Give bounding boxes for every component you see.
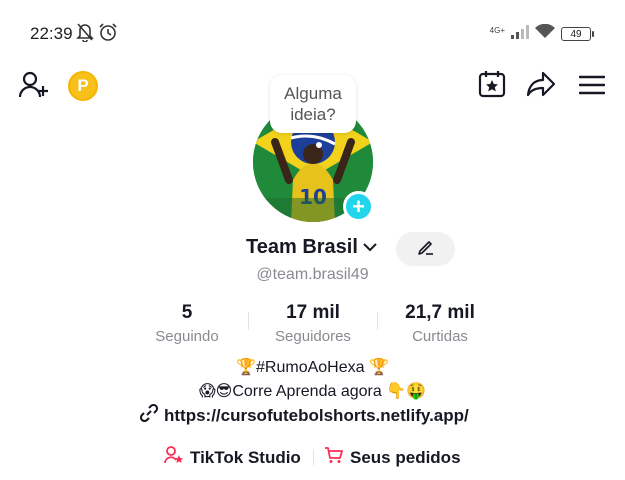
menu-icon: [578, 74, 606, 101]
status-time: 22:39: [30, 24, 73, 43]
bio-line-2: 😱😎Corre Aprenda agora 👇🤑: [198, 383, 427, 400]
calendar-star-icon: [478, 70, 506, 103]
battery-icon: 49: [561, 27, 594, 41]
cart-icon: [324, 446, 344, 469]
action-divider: [313, 449, 314, 465]
signal-icon: [511, 24, 529, 44]
stat-label: Seguindo: [155, 328, 219, 345]
stat-value: 21,7 mil: [405, 302, 475, 323]
bio-link[interactable]: https://cursofutebolshorts.netlify.app/: [139, 403, 469, 427]
add-friend-icon: [18, 71, 49, 104]
link-icon: [139, 403, 159, 427]
network-label: 4G+: [489, 26, 505, 35]
name-row[interactable]: Team Brasil: [246, 236, 378, 259]
display-name: Team Brasil: [246, 236, 358, 258]
username: @team.brasil49: [256, 266, 369, 283]
note-dot: [316, 142, 322, 148]
chevron-down-icon: [362, 240, 378, 258]
studio-icon: [164, 446, 184, 469]
share-icon: [526, 70, 556, 103]
mute-bell-icon: [76, 22, 94, 47]
tiktok-studio-button[interactable]: TikTok Studio: [164, 446, 301, 469]
status-icons-left: [76, 22, 118, 47]
calendar-button[interactable]: [476, 70, 508, 103]
wifi-icon: [535, 23, 555, 44]
note-bubble[interactable]: Alguma ideia?: [270, 75, 356, 133]
menu-button[interactable]: [577, 73, 607, 101]
bio-link-text: https://cursofutebolshorts.netlify.app/: [164, 405, 469, 425]
coin-button[interactable]: P: [68, 71, 98, 101]
share-button[interactable]: [525, 71, 557, 101]
stat-label: Seguidores: [275, 328, 351, 345]
stat-following[interactable]: 5 Seguindo: [148, 302, 226, 345]
alarm-icon: [98, 22, 118, 47]
stat-divider: [248, 312, 249, 330]
stat-value: 17 mil: [286, 302, 340, 323]
orders-label: Seus pedidos: [350, 447, 461, 467]
bio-line-1: 🏆#RumoAoHexa 🏆: [236, 359, 389, 376]
stat-likes[interactable]: 21,7 mil Curtidas: [394, 302, 486, 345]
status-bar: 22:39 4G+ 49: [0, 0, 625, 66]
pencil-icon: [417, 238, 435, 261]
stat-value: 5: [181, 302, 193, 323]
status-icons-right: 4G+ 49: [489, 23, 594, 44]
stat-label: Curtidas: [412, 328, 468, 345]
add-avatar-button[interactable]: +: [343, 191, 374, 222]
stat-divider: [377, 312, 378, 330]
add-friend-button[interactable]: [18, 71, 50, 104]
coin-icon: P: [68, 71, 98, 101]
tiktok-studio-label: TikTok Studio: [190, 447, 301, 467]
stat-followers[interactable]: 17 mil Seguidores: [264, 302, 362, 345]
orders-button[interactable]: Seus pedidos: [324, 446, 461, 469]
edit-profile-button[interactable]: [396, 232, 455, 266]
